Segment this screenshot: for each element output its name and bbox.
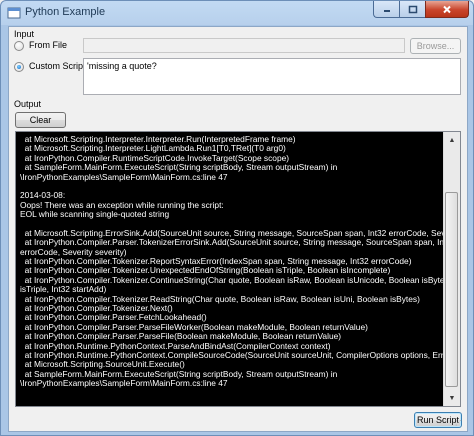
resize-grip-icon[interactable]: ⋰ [455, 419, 465, 429]
output-line: EOL while scanning single-quoted string [20, 209, 170, 220]
script-input[interactable]: 'missing a quote? [83, 58, 461, 95]
output-console[interactable]: at Microsoft.Scripting.Interpreter.Inter… [15, 131, 461, 407]
from-file-label[interactable]: From File [29, 40, 67, 50]
file-path-input[interactable] [83, 38, 405, 53]
close-button[interactable] [425, 1, 469, 18]
browse-button[interactable]: Browse... [410, 38, 461, 54]
window-title: Python Example [25, 6, 106, 18]
window-controls [373, 1, 469, 19]
output-line: \IronPythonExamples\SampleForm\MainForm.… [20, 171, 228, 182]
output-line: \IronPythonExamples\SampleForm\MainForm.… [20, 378, 228, 389]
output-group-label: Output [14, 99, 42, 109]
python-window-icon [7, 7, 21, 19]
minimize-icon [383, 10, 390, 12]
from-file-radio[interactable] [14, 41, 24, 51]
scroll-thumb[interactable] [445, 192, 458, 387]
maximize-icon [408, 5, 417, 13]
clear-button[interactable]: Clear [15, 112, 66, 128]
app-window: Python Example Input From File Browse...… [0, 0, 474, 436]
scroll-down-arrow-icon[interactable]: ▼ [444, 390, 460, 406]
form-client-area: Input From File Browse... Custom Script … [8, 26, 468, 432]
custom-script-radio[interactable] [14, 62, 24, 72]
minimize-button[interactable] [373, 1, 399, 18]
custom-script-label[interactable]: Custom Script [29, 61, 86, 71]
close-icon [443, 5, 451, 13]
maximize-button[interactable] [399, 1, 425, 18]
output-vertical-scrollbar[interactable]: ▲ ▼ [443, 132, 460, 406]
input-group-label: Input [14, 29, 35, 39]
scroll-up-arrow-icon[interactable]: ▲ [444, 132, 460, 148]
title-bar[interactable]: Python Example [1, 1, 473, 25]
output-lines: at Microsoft.Scripting.Interpreter.Inter… [20, 134, 460, 389]
